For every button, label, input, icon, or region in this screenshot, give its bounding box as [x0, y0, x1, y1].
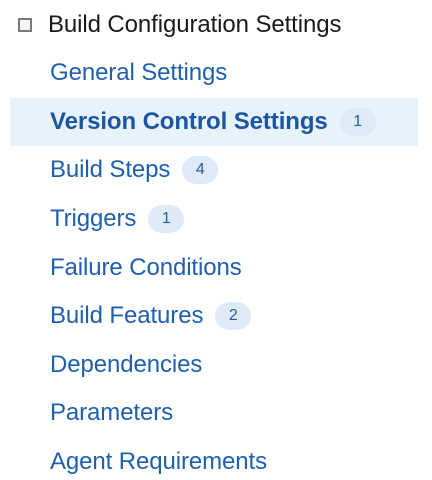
nav-item-label[interactable]: Build Steps	[50, 156, 170, 184]
nav-item-label[interactable]: General Settings	[50, 59, 227, 87]
nav-item-parameters[interactable]: Parameters	[0, 389, 432, 438]
section-title: Build Configuration Settings	[48, 11, 342, 38]
nav-item-label[interactable]: Agent Requirements	[50, 448, 267, 476]
count-badge: 4	[182, 156, 219, 185]
count-badge: 1	[339, 107, 376, 136]
nav-item-general-settings[interactable]: General Settings	[0, 49, 432, 98]
nav-item-label[interactable]: Failure Conditions	[50, 254, 242, 282]
nav-item-agent-requirements[interactable]: Agent Requirements	[0, 438, 432, 480]
collapse-square-icon[interactable]	[18, 18, 32, 32]
nav-item-version-control-settings[interactable]: Version Control Settings 1	[0, 97, 432, 147]
nav-item-failure-conditions[interactable]: Failure Conditions	[0, 243, 432, 292]
nav-item-build-features[interactable]: Build Features 2	[0, 292, 432, 341]
nav-item-label[interactable]: Version Control Settings	[50, 108, 328, 136]
nav-item-label[interactable]: Build Features	[50, 302, 203, 330]
count-badge: 1	[148, 205, 185, 234]
section-header: Build Configuration Settings	[18, 8, 341, 42]
settings-nav-list: General Settings Version Control Setting…	[0, 49, 432, 480]
nav-item-triggers[interactable]: Triggers 1	[0, 195, 432, 244]
nav-item-label[interactable]: Parameters	[50, 399, 173, 427]
count-badge: 2	[215, 302, 252, 331]
nav-item-build-steps[interactable]: Build Steps 4	[0, 146, 432, 195]
nav-item-label[interactable]: Dependencies	[50, 351, 202, 379]
nav-item-label[interactable]: Triggers	[50, 205, 136, 233]
nav-item-dependencies[interactable]: Dependencies	[0, 341, 432, 390]
